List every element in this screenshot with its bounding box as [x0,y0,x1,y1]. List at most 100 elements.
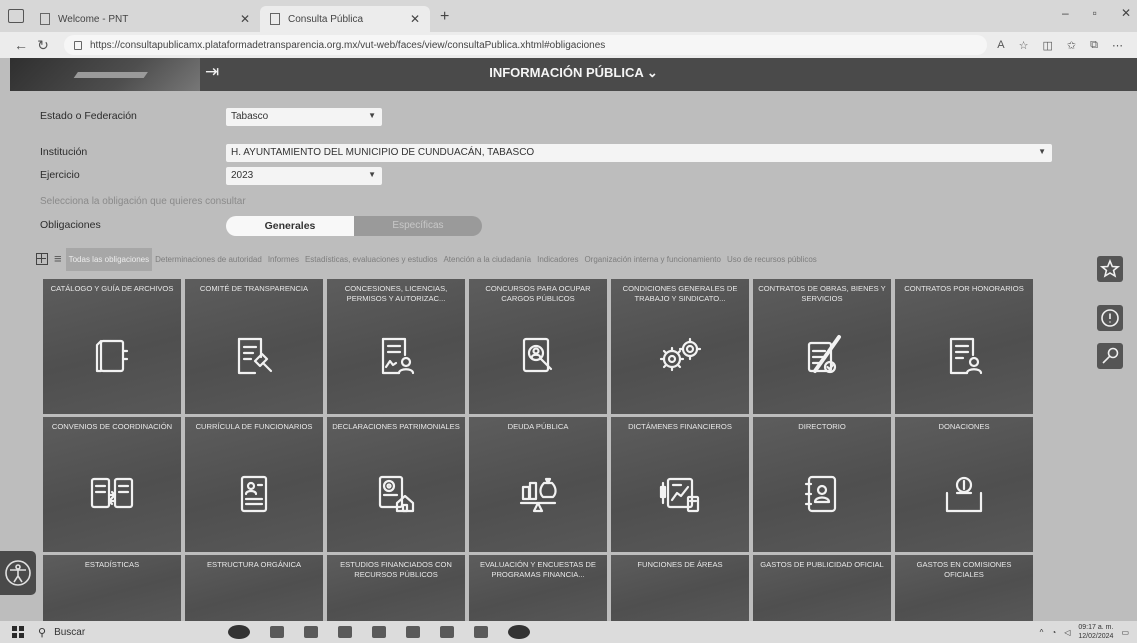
wrench-icon [1102,347,1119,364]
obligation-tile-label: CONTRATOS DE OBRAS, BIENES Y SERVICIOS [758,284,886,303]
browser-tab-consulta[interactable]: Consulta Pública ✕ [260,6,430,32]
tray-chevron-icon[interactable]: ^ [1040,628,1044,637]
obligation-tile[interactable]: FUNCIONES DE ÁREAS [611,555,749,622]
obligation-tile[interactable]: ESTADÍSTICAS [43,555,181,622]
category-recursos[interactable]: Uso de recursos públicos [724,255,820,264]
list-view-icon[interactable]: ≡ [54,252,62,265]
whatsapp-icon[interactable] [508,625,530,639]
generales-toggle-button[interactable]: Generales [226,216,354,236]
workspaces-icon[interactable] [8,9,24,23]
ejercicio-select[interactable]: 2023 ▼ [226,167,382,185]
obligation-tile[interactable]: CONDICIONES GENERALES DE TRABAJO Y SINDI… [611,279,749,414]
search-icon: ⚲ [38,626,47,639]
url-field[interactable]: https://consultapublicamx.plataformadetr… [64,35,988,55]
store-icon[interactable] [338,626,352,638]
split-screen-icon[interactable]: ◫ [1043,39,1053,52]
window-controls: – ▫ ✕ [1062,6,1131,20]
network-icon[interactable]: ◔ [1051,628,1056,637]
category-atencion[interactable]: Atención a la ciudadanía [440,255,534,264]
tools-side-button[interactable] [1097,343,1123,369]
obligation-tile[interactable]: CURRÍCULA DE FUNCIONARIOS [185,417,323,552]
obligation-tile[interactable]: DIRECTORIO [753,417,891,552]
directory-icon [797,469,847,519]
obligation-tile[interactable]: ESTRUCTURA ORGÁNICA [185,555,323,622]
estado-select[interactable]: Tabasco ▼ [226,108,382,126]
tab-close-icon[interactable]: ✕ [410,12,420,26]
grid-view-icon[interactable] [36,253,48,265]
donation-box-icon [939,469,989,519]
obligation-tile-label: DONACIONES [938,422,990,431]
obligation-tile[interactable]: ESTUDIOS FINANCIADOS CON RECURSOS PÚBLIC… [327,555,465,622]
obligation-tile[interactable]: CONCURSOS PARA OCUPAR CARGOS PÚBLICOS [469,279,607,414]
mail-icon[interactable] [372,626,386,638]
file-explorer-icon[interactable] [440,626,454,638]
alert-side-button[interactable] [1097,305,1123,331]
obligation-tile[interactable]: CONVENIOS DE COORDINACIÓN [43,417,181,552]
new-tab-button[interactable]: + [430,8,459,32]
especificas-toggle-button[interactable]: Específicas [354,216,482,236]
category-determinaciones[interactable]: Determinaciones de autoridad [152,255,265,264]
ejercicio-value: 2023 [231,170,254,181]
task-view-icon[interactable] [270,626,284,638]
obligation-tile[interactable]: CONTRATOS POR HONORARIOS [895,279,1033,414]
clock[interactable]: 09:17 a. m. 12/02/2024 [1078,623,1113,641]
collections-icon[interactable]: ⧉ [1090,39,1098,52]
obligation-tile[interactable]: EVALUACIÓN Y ENCUESTAS DE PROGRAMAS FINA… [469,555,607,622]
tab-title: Welcome - PNT [58,13,129,25]
read-aloud-icon[interactable]: A [997,39,1004,52]
app-icon[interactable] [474,626,488,638]
minimize-button[interactable]: – [1062,6,1069,20]
obligation-tile[interactable]: COMITÉ DE TRANSPARENCIA [185,279,323,414]
contract-check-icon [797,331,847,381]
taskbar-apps [228,625,530,639]
category-indicadores[interactable]: Indicadores [534,255,581,264]
agreements-exchange-icon [87,469,137,519]
obligation-tile[interactable]: DECLARACIONES PATRIMONIALES [327,417,465,552]
clock-date: 12/02/2024 [1078,633,1114,640]
obligation-tile[interactable]: GASTOS EN COMISIONES OFICIALES [895,555,1033,622]
maximize-button[interactable]: ▫ [1093,6,1097,20]
obligation-tile-label: GASTOS DE PUBLICIDAD OFICIAL [760,560,884,569]
widgets-icon[interactable] [304,626,318,638]
back-button[interactable]: ← [10,37,32,53]
notifications-icon[interactable]: ▭ [1121,628,1129,637]
site-header: ⇥ INFORMACIÓN PÚBLICA ⌄ [10,58,1137,91]
gavel-document-icon [229,331,279,381]
obligation-tile[interactable]: CONCESIONES, LICENCIAS, PERMISOS Y AUTOR… [327,279,465,414]
obligation-tile[interactable]: DEUDA PÚBLICA [469,417,607,552]
browser-tab-welcome[interactable]: Welcome - PNT ✕ [30,6,260,32]
informacion-publica-menu[interactable]: INFORMACIÓN PÚBLICA ⌄ [10,65,1137,81]
edge-icon[interactable] [406,626,420,638]
obligation-tile-label: CONVENIOS DE COORDINACIÓN [51,422,173,431]
refresh-button[interactable]: ↻ [32,37,54,54]
category-organizacion[interactable]: Organización interna y funcionamiento [581,255,724,264]
obligation-tile[interactable]: DONACIONES [895,417,1033,552]
obligation-tile[interactable]: CONTRATOS DE OBRAS, BIENES Y SERVICIOS [753,279,891,414]
taskbar-search[interactable]: ⚲ Buscar [38,626,168,639]
windows-start-icon[interactable] [12,626,24,638]
obligacion-hint: Selecciona la obligación que quieres con… [40,196,246,207]
obligation-tile[interactable]: GASTOS DE PUBLICIDAD OFICIAL [753,555,891,622]
star-icon [1099,258,1121,278]
favorites-icon[interactable]: ✩ [1067,39,1076,52]
category-estadisticas[interactable]: Estadísticas, evaluaciones y estudios [302,255,441,264]
category-todas[interactable]: Todas las obligaciones [65,247,153,271]
accessibility-button[interactable] [0,551,36,595]
obligation-tile[interactable]: DICTÁMENES FINANCIEROS [611,417,749,552]
obligation-tile-label: DECLARACIONES PATRIMONIALES [332,422,460,431]
institucion-select[interactable]: H. AYUNTAMIENTO DEL MUNICIPIO DE CUNDUAC… [226,144,1052,162]
taskbar-app-icon[interactable] [228,625,250,639]
obligation-tile[interactable]: CATÁLOGO Y GUÍA DE ARCHIVOS [43,279,181,414]
tab-close-icon[interactable]: ✕ [240,12,250,26]
favorites-side-button[interactable] [1097,256,1123,282]
volume-icon[interactable]: ◁ [1064,628,1070,637]
tab-page-icon [270,13,280,25]
obligation-tile-label: CONCESIONES, LICENCIAS, PERMISOS Y AUTOR… [344,284,448,303]
favorite-star-icon[interactable]: ☆ [1019,39,1029,52]
more-icon[interactable]: ⋯ [1112,39,1123,52]
category-informes[interactable]: Informes [265,255,302,264]
obligation-tile-label: ESTUDIOS FINANCIADOS CON RECURSOS PÚBLIC… [340,560,452,579]
institucion-value: H. AYUNTAMIENTO DEL MUNICIPIO DE CUNDUAC… [231,147,535,158]
alert-icon [1101,309,1119,327]
close-window-button[interactable]: ✕ [1121,6,1131,20]
